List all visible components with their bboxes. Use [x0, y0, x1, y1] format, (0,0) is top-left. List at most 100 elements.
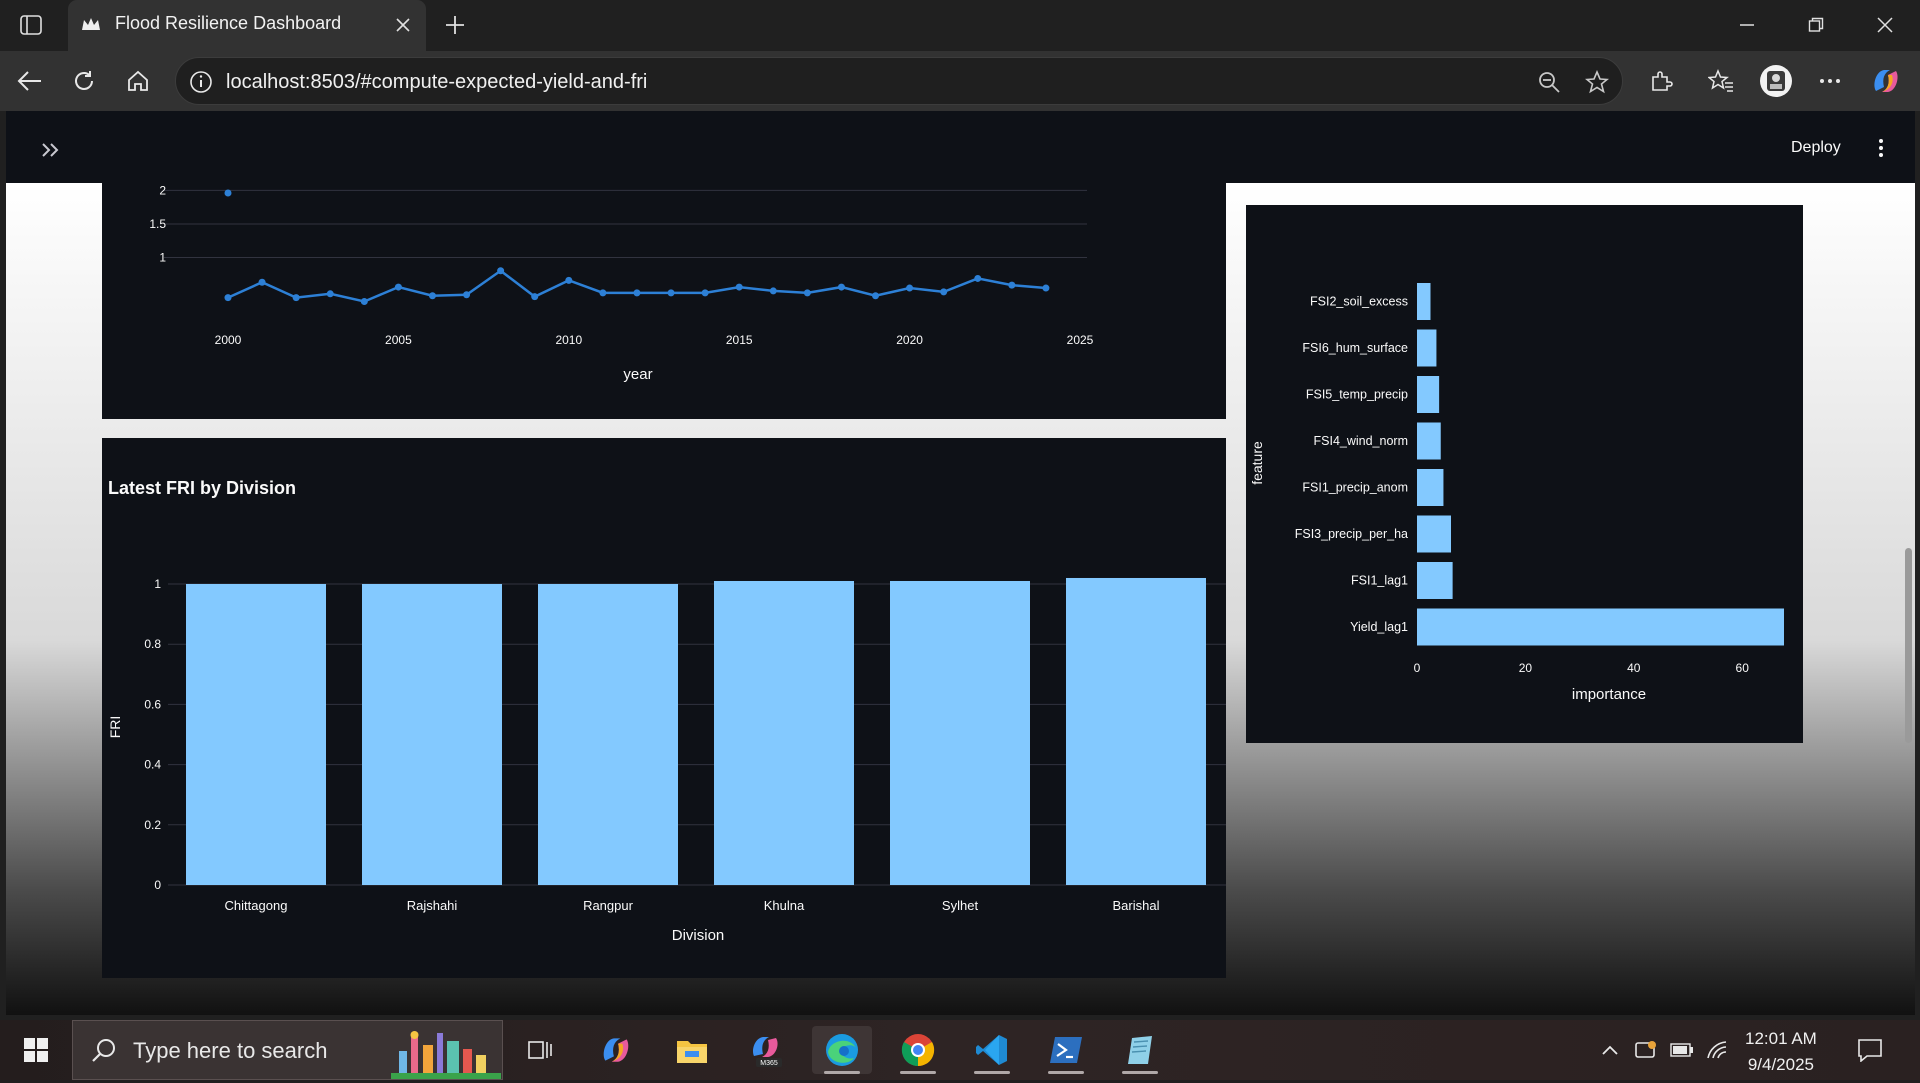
notifications-icon[interactable]: [1856, 1036, 1884, 1064]
bar-rangpur[interactable]: [538, 584, 678, 885]
profile-avatar[interactable]: [1758, 63, 1794, 99]
minimize-icon[interactable]: [1724, 8, 1770, 42]
sidebar-toggle-icon[interactable]: [14, 10, 48, 40]
importance-x-axis-title: importance: [1572, 686, 1646, 703]
expand-sidebar-icon[interactable]: [30, 135, 70, 165]
extensions-icon[interactable]: [1643, 63, 1679, 99]
more-options-icon[interactable]: [1812, 63, 1848, 99]
taskbar-clock[interactable]: 12:01 AM 9/4/2025: [1745, 1026, 1817, 1078]
bar-x-tick-label: Sylhet: [942, 898, 979, 913]
show-hidden-icons-chevron-icon[interactable]: [1596, 1036, 1624, 1064]
importance-y-tick-label: FSI1_lag1: [1351, 574, 1408, 588]
refresh-icon[interactable]: [66, 63, 102, 99]
restore-icon[interactable]: [1793, 8, 1839, 42]
bar-rajshahi[interactable]: [362, 584, 502, 885]
taskbar-search-box[interactable]: Type here to search: [72, 1020, 503, 1080]
importance-bar-fsi2_soil_excess[interactable]: [1417, 283, 1431, 320]
fri-bar-chart[interactable]: Latest FRI by Division 1 0.8 0.6 0.4 0.2 0 Ch…: [102, 438, 1226, 978]
bar-y-tick-label: 0.4: [144, 758, 161, 772]
line-data-point[interactable]: [224, 189, 232, 197]
windows-start-icon[interactable]: [12, 1032, 60, 1068]
line-data-point[interactable]: [1042, 284, 1050, 292]
bar-barishal[interactable]: [1066, 577, 1206, 885]
importance-bar-fsi6_hum_surface[interactable]: [1417, 329, 1437, 367]
feature-importance-chart-panel: FSI2_soil_excess FSI6_hum_surface FSI5_tem…: [1246, 205, 1803, 743]
edge-browser-icon[interactable]: [812, 1026, 872, 1074]
site-info-icon[interactable]: [188, 69, 214, 95]
home-icon[interactable]: [120, 63, 156, 99]
back-icon[interactable]: [12, 63, 48, 99]
page-scrollbar-thumb[interactable]: [1905, 548, 1912, 743]
bar-y-axis-title: FRI: [107, 716, 123, 739]
windows-taskbar: Type here to search M365 12:01 AM 9/4/20…: [0, 1020, 1920, 1080]
line-data-point[interactable]: [292, 294, 300, 302]
line-data-point[interactable]: [497, 267, 505, 275]
bar-x-axis-title: Division: [672, 927, 725, 944]
browser-tab[interactable]: Flood Resilience Dashboard: [68, 0, 426, 51]
line-data-point[interactable]: [258, 278, 266, 286]
line-data-point[interactable]: [565, 276, 573, 284]
importance-bar-fsi5_temp_precip[interactable]: [1417, 376, 1440, 413]
line-data-point[interactable]: [837, 283, 845, 291]
yield-line-chart[interactable]: 2 1.5 1 2000 2005 2010 2015 2020 2025 year: [102, 183, 1226, 419]
line-data-point[interactable]: [735, 283, 743, 291]
close-window-icon[interactable]: [1862, 8, 1908, 42]
importance-y-axis-title: feature: [1249, 441, 1265, 485]
powershell-icon[interactable]: [1036, 1026, 1096, 1074]
vscode-icon[interactable]: [962, 1026, 1022, 1074]
importance-bar-yield_lag1[interactable]: [1417, 608, 1784, 646]
line-data-point[interactable]: [1008, 281, 1016, 289]
bar-y-tick-label: 0.2: [144, 818, 161, 832]
importance-bar-fsi1_lag1[interactable]: [1417, 562, 1453, 599]
line-data-point[interactable]: [769, 287, 777, 295]
line-data-point[interactable]: [667, 289, 675, 297]
line-data-point[interactable]: [701, 289, 709, 297]
copilot-app-icon[interactable]: [586, 1026, 646, 1074]
wifi-icon[interactable]: [1704, 1036, 1732, 1064]
chrome-icon[interactable]: [888, 1026, 948, 1074]
favorites-icon[interactable]: [1703, 63, 1739, 99]
deploy-button[interactable]: Deploy: [1783, 133, 1849, 163]
line-data-point[interactable]: [906, 284, 914, 292]
importance-bar-fsi3_precip_per_ha[interactable]: [1417, 515, 1452, 553]
line-data-point[interactable]: [974, 274, 982, 282]
zoom-out-icon[interactable]: [1534, 67, 1564, 97]
line-data-point[interactable]: [360, 297, 368, 305]
bar-sylhet[interactable]: [890, 580, 1030, 885]
copilot-icon[interactable]: [1868, 63, 1904, 99]
line-data-point[interactable]: [633, 289, 641, 297]
line-data-point[interactable]: [940, 288, 948, 296]
line-data-point[interactable]: [428, 292, 436, 300]
line-data-point[interactable]: [872, 292, 880, 300]
line-data-point[interactable]: [394, 283, 402, 291]
importance-bar-fsi4_wind_norm[interactable]: [1417, 422, 1441, 460]
line-data-point[interactable]: [599, 289, 607, 297]
microsoft-365-icon[interactable]: M365: [738, 1026, 798, 1074]
line-data-point[interactable]: [531, 293, 539, 301]
line-x-tick-label: 2015: [726, 333, 753, 347]
notepad-app-icon[interactable]: [1110, 1026, 1170, 1074]
feature-importance-chart[interactable]: FSI2_soil_excess FSI6_hum_surface FSI5_tem…: [1246, 205, 1803, 743]
bar-chittagong[interactable]: [186, 584, 326, 885]
main-menu-icon[interactable]: [1866, 133, 1896, 163]
meet-now-icon[interactable]: [1632, 1036, 1660, 1064]
importance-bar-fsi1_precip_anom[interactable]: [1417, 469, 1444, 506]
bar-khulna[interactable]: [714, 580, 854, 885]
fri-bar-chart-panel: Latest FRI by Division 1 0.8 0.6 0.4 0.2 0 Ch…: [102, 438, 1226, 978]
task-view-icon[interactable]: [510, 1026, 570, 1074]
new-tab-icon[interactable]: [438, 10, 472, 40]
favorite-star-icon[interactable]: [1582, 67, 1612, 97]
bar-x-tick-label: Khulna: [764, 898, 805, 913]
line-y-tick-label: 1.5: [149, 217, 166, 231]
close-tab-icon[interactable]: [390, 12, 416, 38]
line-data-point[interactable]: [463, 291, 471, 299]
battery-icon[interactable]: [1668, 1036, 1696, 1064]
line-data-point[interactable]: [326, 290, 334, 298]
line-x-tick-label: 2020: [896, 333, 923, 347]
line-data-point[interactable]: [224, 294, 232, 302]
address-bar[interactable]: localhost:8503/#compute-expected-yield-a…: [175, 57, 1623, 105]
browser-tab-bar: Flood Resilience Dashboard: [0, 0, 1920, 51]
streamlit-crown-icon: [80, 14, 102, 36]
line-data-point[interactable]: [803, 289, 811, 297]
file-explorer-icon[interactable]: [662, 1026, 722, 1074]
